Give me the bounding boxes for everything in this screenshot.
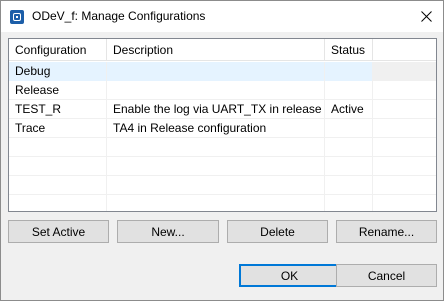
new-button[interactable]: New...	[117, 220, 219, 243]
title-bar: ODeV_f: Manage Configurations	[1, 1, 443, 32]
close-button[interactable]	[409, 1, 443, 32]
ok-button[interactable]: OK	[239, 264, 340, 287]
cancel-button[interactable]: Cancel	[336, 264, 437, 287]
rename-button[interactable]: Rename...	[336, 220, 437, 243]
cell-filler	[373, 81, 436, 100]
cell-filler	[373, 100, 436, 119]
cell-configuration: TEST_R	[9, 100, 107, 119]
cell-description: Enable the log via UART_TX in release	[107, 100, 325, 119]
cell-configuration: Release	[9, 81, 107, 100]
table-row-debug[interactable]: Debug	[9, 62, 436, 81]
cell-status	[325, 81, 373, 100]
column-header-description[interactable]: Description	[107, 39, 325, 61]
empty-row	[9, 138, 436, 157]
table-row-release[interactable]: Release	[9, 81, 436, 100]
configurations-table[interactable]: Configuration Description Status Debug R…	[8, 38, 437, 212]
delete-button[interactable]: Delete	[227, 220, 328, 243]
cell-description	[107, 81, 325, 100]
column-header-configuration[interactable]: Configuration	[9, 39, 107, 61]
table-row-trace[interactable]: Trace TA4 in Release configuration	[9, 119, 436, 138]
window-title: ODeV_f: Manage Configurations	[32, 9, 206, 23]
column-header-filler	[373, 39, 436, 61]
cell-description: TA4 in Release configuration	[107, 119, 325, 138]
cell-configuration: Debug	[9, 62, 107, 81]
cell-filler	[373, 119, 436, 138]
empty-row	[9, 157, 436, 176]
cell-filler	[373, 62, 436, 81]
cell-configuration: Trace	[9, 119, 107, 138]
cell-status	[325, 119, 373, 138]
manage-configurations-dialog: ODeV_f: Manage Configurations Configurat…	[0, 0, 444, 301]
column-header-status[interactable]: Status	[325, 39, 373, 61]
cell-status: Active	[325, 100, 373, 119]
table-header: Configuration Description Status	[9, 39, 436, 61]
close-icon	[420, 11, 432, 22]
cell-status	[325, 62, 373, 81]
empty-row	[9, 195, 436, 211]
app-icon	[10, 10, 24, 24]
empty-row	[9, 176, 436, 195]
set-active-button[interactable]: Set Active	[8, 220, 109, 243]
cell-description	[107, 62, 325, 81]
table-row-test-r[interactable]: TEST_R Enable the log via UART_TX in rel…	[9, 100, 436, 119]
